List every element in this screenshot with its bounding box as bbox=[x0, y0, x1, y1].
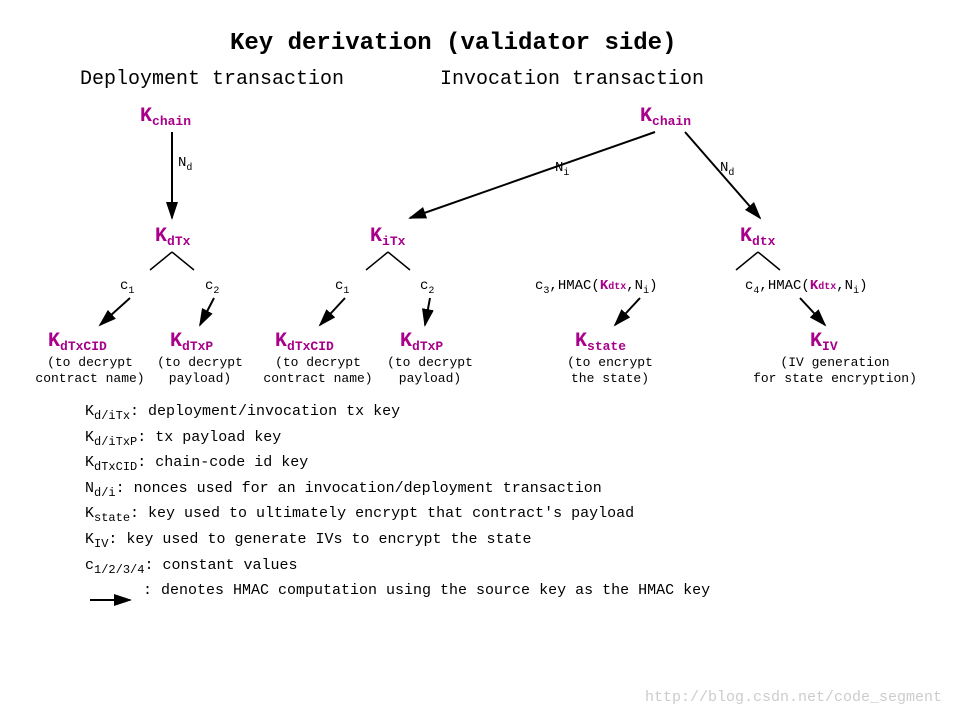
deployment-subtitle: Deployment transaction bbox=[80, 68, 344, 91]
watermark: http://blog.csdn.net/code_segment bbox=[645, 689, 942, 706]
edge-c1-mid: c1 bbox=[335, 278, 349, 297]
legend-block: Kd/iTx: deployment/invocation tx key Kd/… bbox=[85, 400, 905, 602]
kdtxcid-left: KdTxCID bbox=[48, 330, 107, 354]
kdtxp-mid: KdTxP bbox=[400, 330, 443, 354]
desc-decrypt-payload-mid: (to decryptpayload) bbox=[380, 355, 480, 386]
desc-decrypt-payload-left: (to decryptpayload) bbox=[150, 355, 250, 386]
kdtxp-left: KdTxP bbox=[170, 330, 213, 354]
edge-c1-left: c1 bbox=[120, 278, 134, 297]
edge-c2-left: c2 bbox=[205, 278, 219, 297]
legend-line-2: Kd/iTxP: tx payload key bbox=[85, 426, 905, 452]
legend-line-6: KIV: key used to generate IVs to encrypt… bbox=[85, 528, 905, 554]
edge-c3-hmac: c3,HMAC(Kdtx,Ni) bbox=[535, 278, 658, 297]
legend-line-8: : denotes HMAC computation using the sou… bbox=[85, 579, 905, 602]
kiv: KIV bbox=[810, 330, 838, 354]
desc-encrypt-state: (to encryptthe state) bbox=[550, 355, 670, 386]
kdtx-left: KdTx bbox=[155, 225, 190, 249]
legend-line-5: Kstate: key used to ultimately encrypt t… bbox=[85, 502, 905, 528]
invocation-subtitle: Invocation transaction bbox=[440, 68, 704, 91]
kstate: Kstate bbox=[575, 330, 626, 354]
legend-line-4: Nd/i: nonces used for an invocation/depl… bbox=[85, 477, 905, 503]
desc-iv: (IV generationfor state encryption) bbox=[750, 355, 920, 386]
legend-line-7: c1/2/3/4: constant values bbox=[85, 554, 905, 580]
kdtxcid-mid: KdTxCID bbox=[275, 330, 334, 354]
legend-line-1: Kd/iTx: deployment/invocation tx key bbox=[85, 400, 905, 426]
desc-decrypt-name-mid: (to decryptcontract name) bbox=[258, 355, 378, 386]
edge-nd-left: Nd bbox=[178, 155, 192, 174]
edge-nd-right: Nd bbox=[720, 160, 734, 179]
kdtx-right: Kdtx bbox=[740, 225, 775, 249]
edge-c4-hmac: c4,HMAC(Kdtx,Ni) bbox=[745, 278, 868, 297]
kitx: KiTx bbox=[370, 225, 405, 249]
legend-line-3: KdTxCID: chain-code id key bbox=[85, 451, 905, 477]
edge-c2-mid: c2 bbox=[420, 278, 434, 297]
desc-decrypt-name-left: (to decryptcontract name) bbox=[30, 355, 150, 386]
kchain-right: Kchain bbox=[640, 105, 691, 129]
edge-ni: Ni bbox=[555, 160, 569, 179]
page-title: Key derivation (validator side) bbox=[230, 30, 676, 57]
kchain-left: Kchain bbox=[140, 105, 191, 129]
